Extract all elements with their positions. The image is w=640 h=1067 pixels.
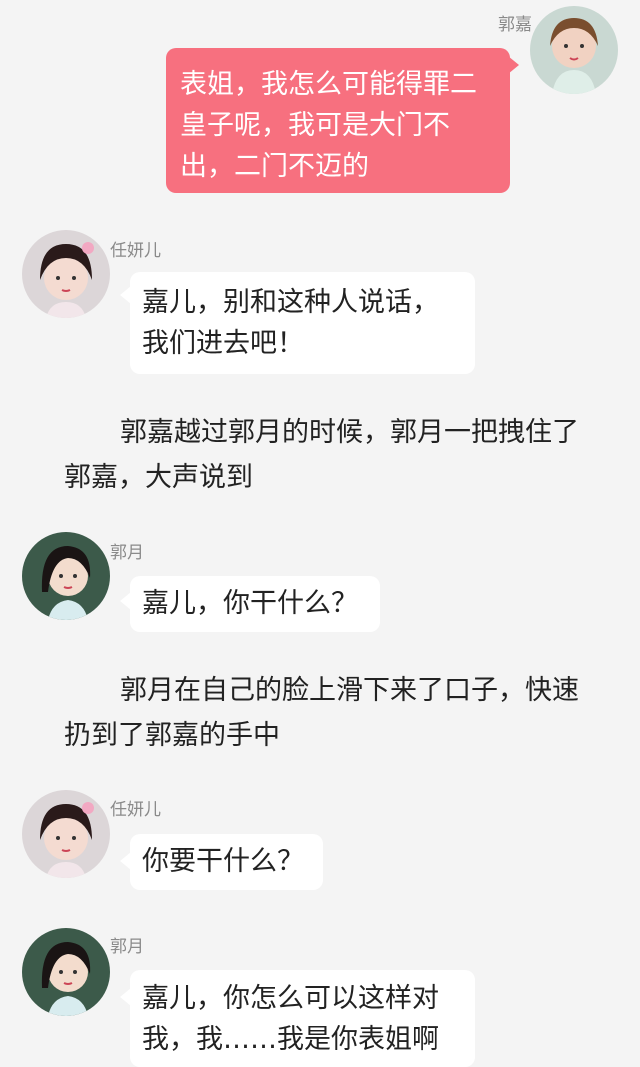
message-text: 嘉儿，别和这种人说话，我们进去吧！	[142, 287, 439, 359]
message-bubble-renyaner[interactable]: 你要干什么？	[130, 834, 323, 890]
avatar-guoyue-icon[interactable]	[22, 532, 110, 620]
message-bubble-guoyue[interactable]: 嘉儿，你干什么？	[130, 576, 380, 632]
message-bubble-renyaner[interactable]: 嘉儿，别和这种人说话，我们进去吧！	[130, 272, 475, 374]
message-text: 你要干什么？	[142, 846, 304, 877]
narration-paragraph: 郭嘉越过郭月的时候，郭月一把拽住了郭嘉，大声说到	[64, 417, 579, 493]
message-bubble-guojia[interactable]: 表姐，我怎么可能得罪二皇子呢，我可是大门不出，二门不迈的	[166, 48, 510, 193]
sender-name-renyaner: 任妍儿	[110, 241, 161, 261]
sender-name-guoyue: 郭月	[110, 543, 144, 563]
avatar-guojia-icon[interactable]	[530, 6, 618, 94]
message-text: 嘉儿，你怎么可以这样对我，我……我是你表姐啊	[142, 983, 439, 1055]
sender-name-renyaner: 任妍儿	[110, 800, 161, 820]
message-text: 嘉儿，你干什么？	[142, 588, 358, 619]
sender-name-guojia: 郭嘉	[498, 15, 532, 35]
message-text: 表姐，我怎么可能得罪二皇子呢，我可是大门不出，二门不迈的	[180, 69, 477, 182]
sender-name-guoyue: 郭月	[110, 937, 144, 957]
narration-paragraph: 郭月在自己的脸上滑下来了口子，快速扔到了郭嘉的手中	[64, 675, 579, 751]
message-bubble-guoyue[interactable]: 嘉儿，你怎么可以这样对我，我……我是你表姐啊	[130, 970, 475, 1067]
avatar-renyaner-icon[interactable]	[22, 230, 110, 318]
avatar-guoyue-icon[interactable]	[22, 928, 110, 1016]
avatar-renyaner-icon[interactable]	[22, 790, 110, 878]
